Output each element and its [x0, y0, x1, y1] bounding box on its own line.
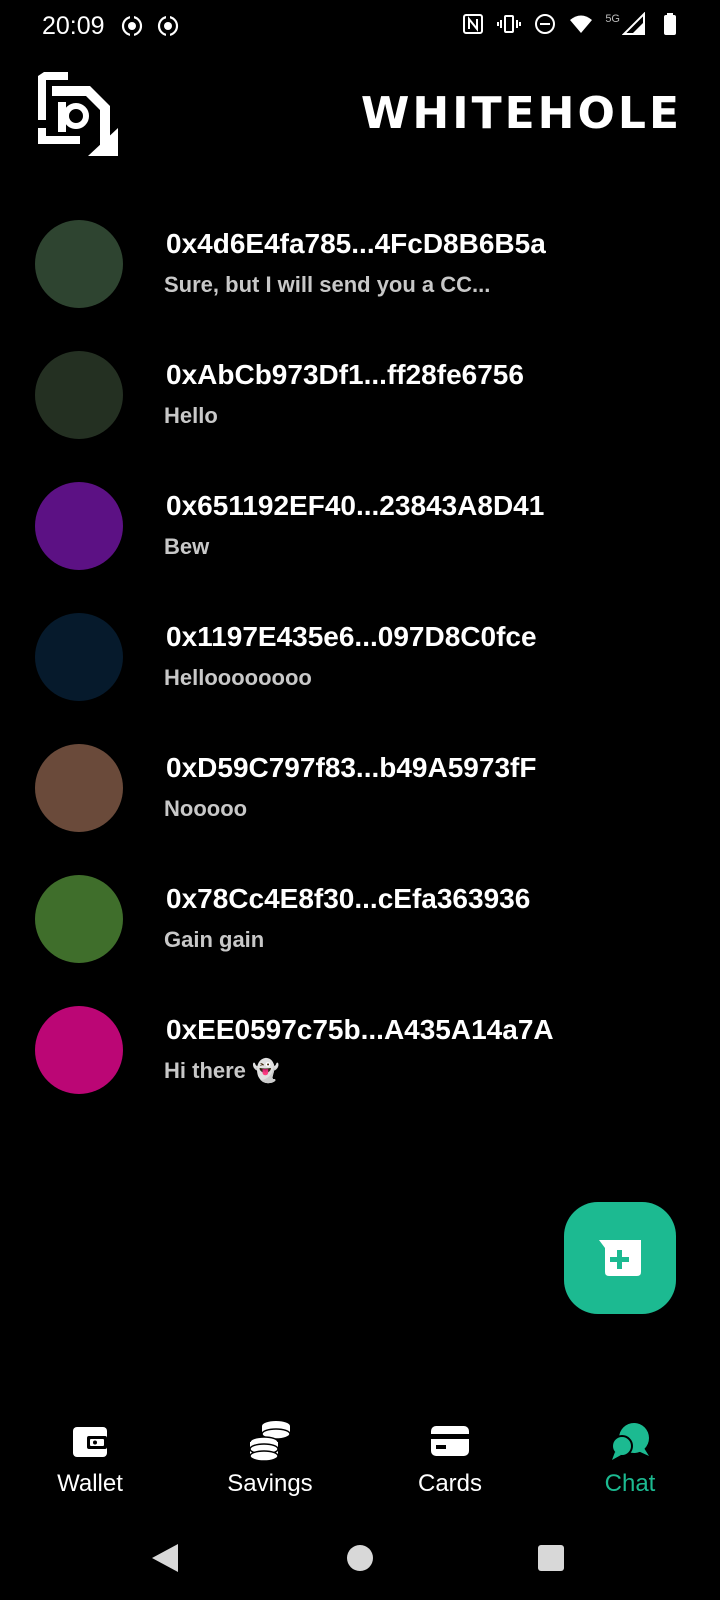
chat-address: 0x4d6E4fa785...4FcD8B6B5a — [166, 228, 546, 259]
chat-list-item[interactable]: 0xD59C797f83...b49A5973fF Nooooo — [0, 738, 720, 869]
recent-apps-icon[interactable] — [538, 1545, 564, 1571]
chat-address: 0xD59C797f83...b49A5973fF — [166, 752, 537, 783]
nav-item-savings[interactable]: Savings — [180, 1420, 360, 1520]
avatar — [35, 1006, 123, 1094]
chat-last-message: Hi there 👻 — [164, 1058, 280, 1083]
whitehole-logo-icon — [38, 72, 118, 156]
nfc-icon — [463, 14, 484, 34]
nav-label: Chat — [604, 1470, 656, 1497]
app-title: WHITEHOLE — [360, 88, 682, 139]
chat-list-item[interactable]: 0xAbCb973Df1...ff28fe6756 Hello — [0, 345, 720, 476]
chat-list: 0x4d6E4fa785...4FcD8B6B5a Sure, but I wi… — [0, 214, 720, 1131]
wifi-icon — [570, 15, 593, 33]
hotspot-icon — [157, 15, 179, 37]
status-right-icons: 5G — [461, 12, 682, 36]
chat-last-message: Helloooooooo — [164, 665, 312, 690]
new-chat-button[interactable] — [564, 1202, 676, 1314]
avatar — [35, 220, 123, 308]
avatar — [35, 482, 123, 570]
chat-address: 0xEE0597c75b...A435A14a7A — [166, 1014, 554, 1045]
card-icon — [428, 1420, 472, 1462]
signal-5g-icon — [622, 12, 645, 35]
vibrate-icon — [497, 15, 522, 33]
chat-last-message: Gain gain — [164, 927, 265, 952]
wallet-icon — [68, 1420, 112, 1462]
back-icon[interactable] — [152, 1544, 180, 1572]
chat-list-item[interactable]: 0xEE0597c75b...A435A14a7A Hi there 👻 — [0, 1000, 720, 1131]
chat-list-item[interactable]: 0x651192EF40...23843A8D41 Bew — [0, 476, 720, 607]
chat-list-item[interactable]: 0x1197E435e6...097D8C0fce Helloooooooo — [0, 607, 720, 738]
bottom-nav: Wallet Savings Cards Chat — [0, 1420, 720, 1520]
nav-item-chat[interactable]: Chat — [540, 1420, 720, 1520]
coins-icon — [248, 1420, 292, 1462]
nav-item-wallet[interactable]: Wallet — [0, 1420, 180, 1520]
chat-address: 0x651192EF40...23843A8D41 — [166, 490, 545, 521]
network-label: 5G — [605, 13, 620, 25]
dnd-icon — [535, 14, 556, 34]
chat-last-message: Nooooo — [164, 796, 248, 821]
nav-label: Cards — [417, 1470, 483, 1497]
status-bar: 20:09 5G — [0, 0, 720, 56]
avatar — [35, 351, 123, 439]
nav-item-cards[interactable]: Cards — [360, 1420, 540, 1520]
home-icon[interactable] — [347, 1545, 373, 1571]
chat-address: 0xAbCb973Df1...ff28fe6756 — [166, 359, 524, 390]
avatar — [35, 875, 123, 963]
new-chat-icon — [599, 1240, 641, 1276]
avatar — [35, 613, 123, 701]
chat-last-message: Sure, but I will send you a CC... — [164, 272, 491, 297]
system-nav-bar — [0, 1530, 720, 1590]
avatar — [35, 744, 123, 832]
hotspot-icon — [121, 15, 143, 37]
nav-label: Savings — [227, 1470, 313, 1497]
nav-label: Wallet — [57, 1470, 123, 1497]
chat-address: 0x78Cc4E8f30...cEfa363936 — [166, 883, 531, 914]
status-left-icons — [120, 14, 180, 38]
chat-last-message: Hello — [164, 403, 218, 428]
battery-icon — [664, 13, 676, 35]
chat-address: 0x1197E435e6...097D8C0fce — [166, 621, 537, 652]
status-time: 20:09 — [42, 12, 105, 40]
chat-bubbles-icon — [608, 1420, 652, 1462]
chat-list-item[interactable]: 0x4d6E4fa785...4FcD8B6B5a Sure, but I wi… — [0, 214, 720, 345]
chat-list-item[interactable]: 0x78Cc4E8f30...cEfa363936 Gain gain — [0, 869, 720, 1000]
chat-last-message: Bew — [164, 534, 210, 559]
